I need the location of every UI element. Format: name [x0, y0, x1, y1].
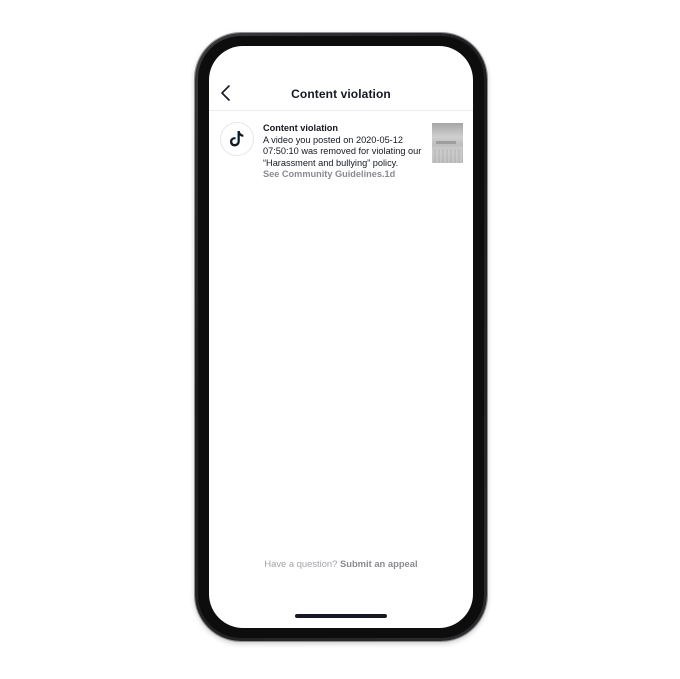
notification-time: 1d [384, 169, 396, 179]
notification-body: A video you posted on 2020-05-12 07:50:1… [263, 134, 422, 168]
question-text: Have a question? [264, 558, 338, 569]
back-button[interactable] [217, 82, 237, 104]
submit-appeal-link[interactable]: Submit an appeal [340, 558, 418, 569]
tiktok-logo-icon [230, 130, 244, 147]
community-guidelines-link[interactable]: See Community Guidelines. [263, 169, 385, 179]
nav-header: Content violation [209, 46, 473, 111]
appeal-footer: Have a question? Submit an appeal [209, 558, 473, 569]
notification-title: Content violation [263, 123, 339, 133]
notification-meta: See Community Guidelines.1d [263, 169, 431, 181]
page-title: Content violation [291, 87, 391, 101]
chevron-left-icon [221, 85, 230, 101]
notification-item[interactable]: Content violation A video you posted on … [209, 110, 473, 190]
phone-screen: Content violation Content violation A vi… [209, 46, 473, 628]
home-indicator [295, 614, 387, 618]
stage: Content violation Content violation A vi… [0, 0, 680, 679]
avatar [220, 122, 254, 156]
notification-content: Content violation A video you posted on … [263, 123, 431, 181]
video-thumbnail[interactable] [432, 123, 463, 163]
